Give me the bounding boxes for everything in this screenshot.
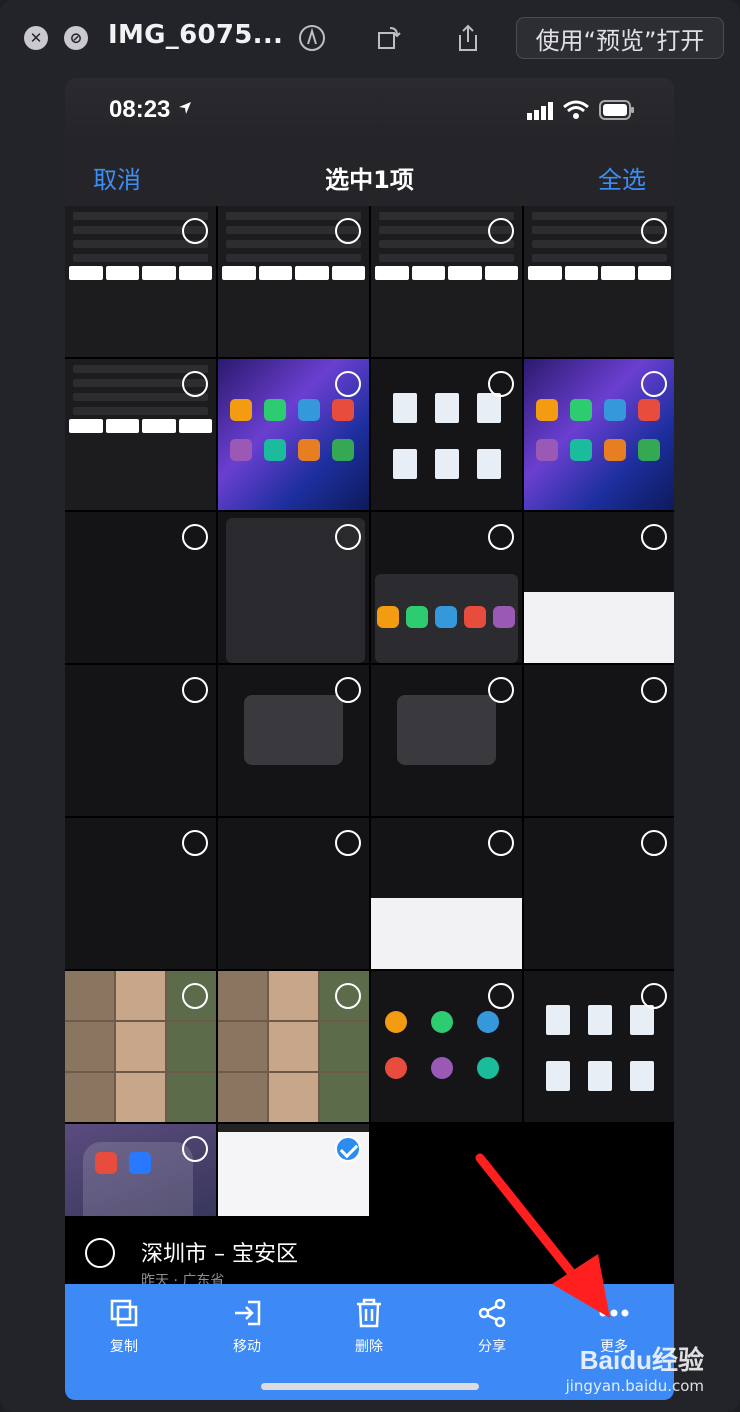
rotate-icon[interactable] (370, 20, 406, 56)
close-icon[interactable]: ✕ (24, 26, 48, 50)
baidu-watermark: Baidu经验 jingyan.baidu.com (566, 1340, 704, 1395)
photo-thumbnail[interactable] (65, 665, 216, 816)
page-title: 选中1项 (325, 166, 414, 194)
photo-thumbnail[interactable] (218, 512, 369, 663)
select-circle[interactable] (641, 983, 667, 1009)
select-circle[interactable] (335, 524, 361, 550)
select-circle[interactable] (182, 218, 208, 244)
select-circle[interactable] (182, 983, 208, 1009)
select-circle[interactable] (488, 371, 514, 397)
location-arrow-icon (179, 102, 191, 114)
open-with-preview-button[interactable]: 使用“预览”打开 (516, 17, 724, 59)
status-time: 08:23 (109, 96, 171, 123)
photo-thumbnail[interactable] (371, 665, 522, 816)
photo-thumbnail[interactable] (371, 512, 522, 663)
photo-thumbnail[interactable] (371, 206, 522, 357)
photo-thumbnail[interactable] (371, 359, 522, 510)
select-circle[interactable] (488, 218, 514, 244)
select-circle[interactable] (488, 983, 514, 1009)
battery-icon (599, 100, 634, 120)
copy-icon (89, 1294, 159, 1332)
file-title: IMG_6075... (108, 20, 284, 50)
photo-thumbnail[interactable] (371, 971, 522, 1122)
quicklook-window: ✕ ⊘ IMG_6075... 使用“预览”打开 08:23 取消 选中1项 全… (0, 0, 740, 1412)
copy-label: 复制 (110, 1339, 138, 1355)
photo-thumbnail[interactable] (218, 665, 369, 816)
photo-thumbnail[interactable] (524, 206, 674, 357)
photo-thumbnail[interactable] (524, 359, 674, 510)
photo-thumbnail[interactable] (524, 512, 674, 663)
select-circle[interactable] (182, 1136, 208, 1162)
signal-icon (527, 102, 553, 120)
nav-bar: 取消 选中1项 全选 (65, 142, 674, 206)
select-circle[interactable] (335, 371, 361, 397)
select-circle[interactable] (488, 677, 514, 703)
photo-thumbnail[interactable] (371, 818, 522, 969)
watermark-url: jingyan.baidu.com (565, 1377, 704, 1395)
photo-thumbnail[interactable] (218, 818, 369, 969)
photo-grid (65, 206, 674, 1275)
watermark-logo: Baidu经验 (579, 1345, 704, 1375)
select-group-circle[interactable] (85, 1238, 115, 1268)
move-label: 移动 (233, 1339, 261, 1355)
select-circle[interactable] (182, 371, 208, 397)
select-circle[interactable] (335, 677, 361, 703)
markup-icon[interactable] (294, 20, 330, 56)
red-annotation-arrow-icon (475, 1153, 610, 1318)
select-all-button[interactable]: 全选 (598, 160, 646, 195)
select-circle[interactable] (488, 524, 514, 550)
select-circle[interactable] (335, 218, 361, 244)
wifi-icon (563, 100, 589, 119)
home-indicator (261, 1383, 479, 1390)
photo-thumbnail[interactable] (65, 206, 216, 357)
select-circle[interactable] (335, 830, 361, 856)
select-circle[interactable] (641, 677, 667, 703)
select-circle[interactable] (335, 983, 361, 1009)
photo-thumbnail[interactable] (218, 359, 369, 510)
share-label: 分享 (478, 1339, 506, 1355)
delete-button[interactable]: 删除 (334, 1294, 404, 1364)
photo-thumbnail[interactable] (65, 818, 216, 969)
share-icon[interactable] (450, 20, 486, 56)
photo-thumbnail[interactable] (65, 971, 216, 1122)
selected-check-icon[interactable] (335, 1136, 361, 1162)
copy-button[interactable]: 复制 (89, 1294, 159, 1364)
select-circle[interactable] (641, 830, 667, 856)
photo-thumbnail[interactable] (524, 971, 674, 1122)
select-circle[interactable] (641, 371, 667, 397)
location-title: 深圳市 – 宝安区 (141, 1242, 298, 1267)
select-circle[interactable] (182, 677, 208, 703)
quicklook-toolbar: ✕ ⊘ IMG_6075... 使用“预览”打开 (0, 0, 740, 76)
photo-thumbnail[interactable] (524, 665, 674, 816)
photo-thumbnail[interactable] (65, 512, 216, 663)
status-bar: 08:23 (65, 78, 674, 142)
photo-thumbnail[interactable] (218, 971, 369, 1122)
photo-thumbnail[interactable] (65, 359, 216, 510)
fullscreen-icon[interactable]: ⊘ (64, 26, 88, 50)
move-icon (212, 1294, 282, 1332)
move-button[interactable]: 移动 (212, 1294, 282, 1364)
photo-thumbnail[interactable] (218, 206, 369, 357)
select-circle[interactable] (182, 830, 208, 856)
delete-label: 删除 (355, 1339, 383, 1355)
trash-icon (334, 1294, 404, 1332)
photo-thumbnail[interactable] (524, 818, 674, 969)
select-circle[interactable] (641, 524, 667, 550)
select-circle[interactable] (488, 830, 514, 856)
select-circle[interactable] (641, 218, 667, 244)
select-circle[interactable] (182, 524, 208, 550)
